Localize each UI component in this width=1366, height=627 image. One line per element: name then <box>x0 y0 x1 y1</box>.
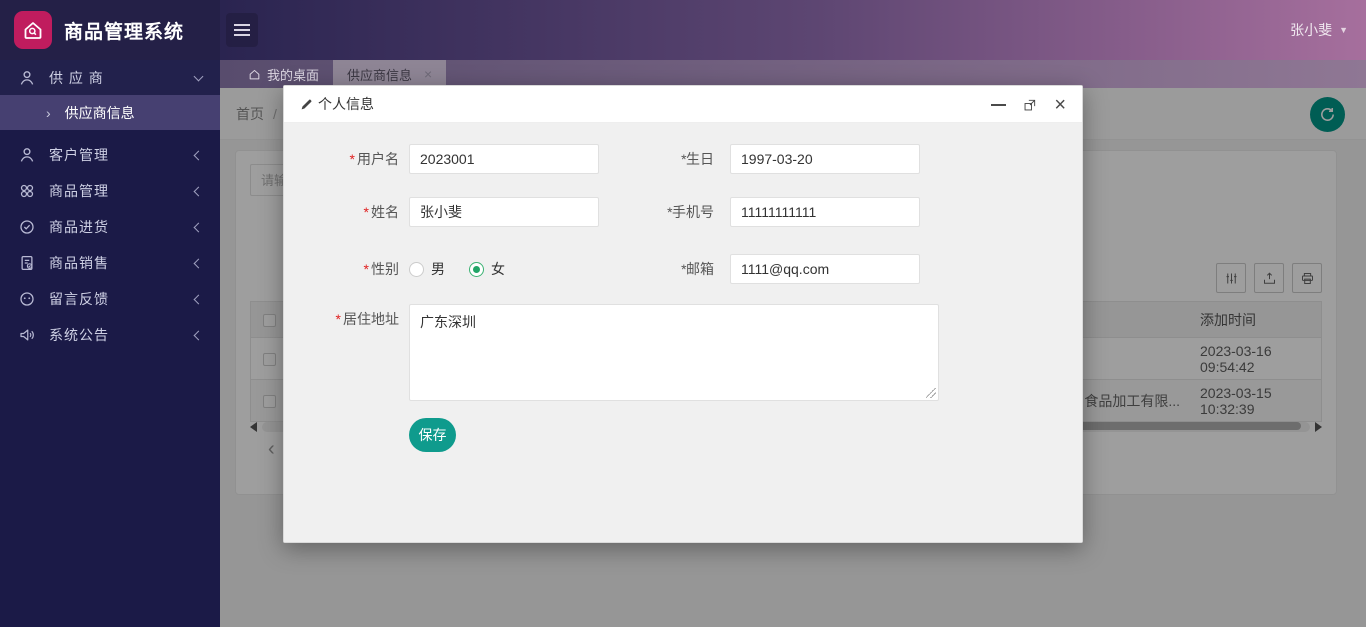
sidebar-item-supplier-info[interactable]: › 供应商信息 <box>0 95 220 130</box>
app-window: 商品管理系统 供 应 商 › 供应商信息 客户管理 商品管理 商品进货 商品销售… <box>0 0 1366 627</box>
username-field[interactable] <box>409 144 599 174</box>
sidebar-item-announcement[interactable]: 系统公告 <box>0 317 220 353</box>
dialog-title: 个人信息 <box>300 94 374 114</box>
name-label: * 姓名 <box>363 204 399 220</box>
tab-desktop[interactable]: 我的桌面 <box>234 60 333 88</box>
app-logo: 商品管理系统 <box>0 0 220 60</box>
chevron-left-icon <box>193 222 204 232</box>
personal-info-dialog: 个人信息 × *用户名 *生日 *姓名 *手机号 <box>283 85 1083 543</box>
chevron-left-icon <box>193 330 204 340</box>
sidebar-item-label: 商品管理 <box>49 183 109 199</box>
email-label: *邮箱 <box>680 261 714 277</box>
tab-label: 供应商信息 <box>347 67 413 83</box>
address-field-wrap: 广东深圳 <box>409 304 939 401</box>
chevron-left-icon <box>193 186 204 196</box>
user-menu[interactable]: 张小斐 ▼ <box>1290 0 1348 60</box>
top-header: 张小斐 ▼ <box>220 0 1366 60</box>
close-icon[interactable]: × <box>1054 95 1066 115</box>
address-label: * 居住地址 <box>335 311 399 327</box>
sidebar-item-products[interactable]: 商品管理 <box>0 173 220 209</box>
announcement-speaker-icon <box>18 326 36 344</box>
gender-label: * 性别 <box>363 261 399 277</box>
sidebar-item-label: 供 应 商 <box>49 69 104 86</box>
save-button[interactable]: 保存 <box>409 418 456 452</box>
sidebar-item-label: 系统公告 <box>49 327 109 343</box>
sidebar-item-sales[interactable]: 商品销售 <box>0 245 220 281</box>
radio-icon <box>409 261 424 277</box>
sidebar-menu: 供 应 商 › 供应商信息 客户管理 商品管理 商品进货 商品销售 留言反馈 系… <box>0 60 220 353</box>
sidebar-item-label: 留言反馈 <box>49 291 109 307</box>
maximize-icon <box>1024 99 1036 110</box>
sidebar-item-purchase[interactable]: 商品进货 <box>0 209 220 245</box>
birthday-field[interactable] <box>730 144 920 174</box>
home-icon <box>249 69 260 79</box>
gender-radio-female[interactable]: 女 <box>469 259 505 279</box>
tab-supplier-info[interactable]: 供应商信息 × <box>333 60 447 88</box>
chevron-left-icon <box>193 294 204 304</box>
sidebar-item-supplier[interactable]: 供 应 商 <box>0 60 220 95</box>
hamburger-icon <box>234 24 250 26</box>
username-label: * 用户名 <box>349 151 399 167</box>
address-field[interactable]: 广东深圳 <box>409 304 939 401</box>
dialog-header: 个人信息 × <box>284 86 1082 123</box>
feedback-face-icon <box>18 290 36 308</box>
maximize-button[interactable] <box>1023 98 1037 112</box>
sidebar-item-label: 商品进货 <box>49 219 109 235</box>
app-title: 商品管理系统 <box>64 21 185 43</box>
dialog-body: *用户名 *生日 *姓名 *手机号 *性别 男 <box>284 123 1082 542</box>
submenu-arrow-icon: › <box>46 104 51 121</box>
customer-person-icon <box>18 146 36 164</box>
chevron-left-icon <box>193 258 204 268</box>
gender-radio-male[interactable]: 男 <box>409 259 445 279</box>
products-grid-icon <box>18 182 36 200</box>
gender-radio-group: 男 女 <box>409 254 599 284</box>
sidebar-toggle-button[interactable] <box>226 13 258 47</box>
tab-close-icon[interactable]: × <box>424 67 432 81</box>
sidebar: 商品管理系统 供 应 商 › 供应商信息 客户管理 商品管理 商品进货 商品销售… <box>0 0 220 627</box>
sidebar-item-customers[interactable]: 客户管理 <box>0 137 220 173</box>
sales-doc-icon <box>18 254 36 272</box>
sidebar-menu-list: 客户管理 商品管理 商品进货 商品销售 留言反馈 系统公告 <box>0 137 220 353</box>
birthday-label: *生日 <box>680 151 714 167</box>
sidebar-item-label: 商品销售 <box>49 255 109 271</box>
edit-pencil-icon <box>301 99 312 109</box>
name-field[interactable] <box>409 197 599 227</box>
sidebar-item-feedback[interactable]: 留言反馈 <box>0 281 220 317</box>
chevron-left-icon <box>193 150 204 160</box>
purchase-badge-icon <box>18 218 36 236</box>
radio-checked-icon <box>469 261 484 277</box>
minimize-button[interactable] <box>991 103 1007 106</box>
submenu-item-label: 供应商信息 <box>64 104 135 121</box>
tab-label: 我的桌面 <box>267 67 320 83</box>
tab-bar: 我的桌面 供应商信息 × <box>220 60 1366 88</box>
dialog-controls: × <box>991 86 1066 123</box>
supplier-person-icon <box>18 69 36 87</box>
chevron-down-icon <box>193 71 204 81</box>
phone-label: *手机号 <box>666 204 714 220</box>
home-logo-icon <box>14 11 52 49</box>
caret-down-icon: ▼ <box>1339 25 1348 35</box>
sidebar-item-label: 客户管理 <box>49 147 109 163</box>
user-name: 张小斐 <box>1290 22 1333 38</box>
email-field[interactable] <box>730 254 920 284</box>
phone-field[interactable] <box>730 197 920 227</box>
